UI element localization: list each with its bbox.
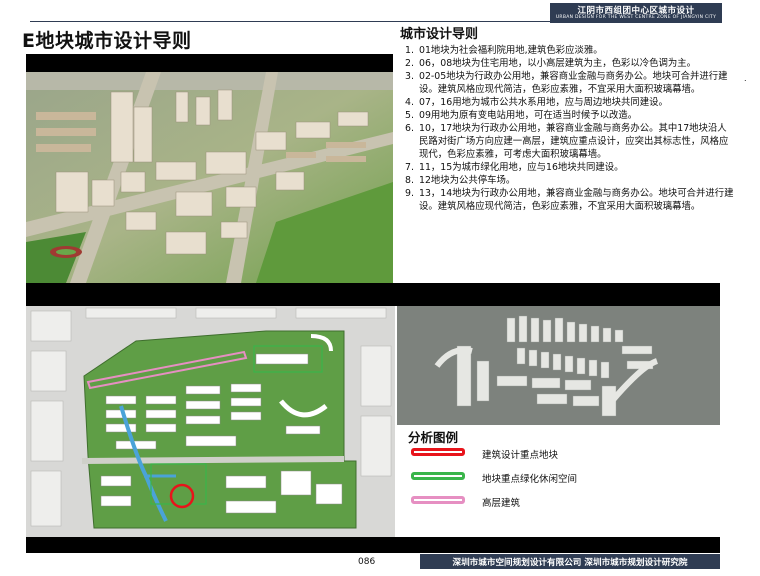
- guideline-number: 4.: [405, 97, 414, 108]
- guideline-text: 10，17地块为行政办公用地，兼容商业金融与商务办公。其中17地块沿人民路对街广…: [419, 123, 729, 160]
- header-rule: [30, 21, 722, 22]
- header-banner: 江阴市西组团中心区城市设计 URBAN DESIGN FOR THE WEST …: [550, 3, 722, 23]
- top-black-band: [26, 54, 393, 72]
- legend-label: 地块重点绿化休闲空间: [482, 474, 578, 485]
- guideline-text: 09用地为原有变电站用地，可在适当时候予以改造。: [419, 110, 638, 121]
- guideline-number: 6.: [405, 123, 414, 134]
- legend-label: 建筑设计重点地块: [482, 450, 559, 461]
- guideline-text: 12地块为公共停车场。: [419, 175, 516, 186]
- guideline-item: 3. 02-05地块为行政办公用地，兼容商业金融与商务办公。地块可合并进行建设。建…: [405, 70, 735, 96]
- footer-text: 深圳市城市空间规划设计有限公司 深圳市城市规划设计研究院: [452, 558, 688, 568]
- guideline-item: 8. 12地块为公共停车场。: [405, 174, 735, 187]
- page-number: 086: [358, 557, 376, 567]
- guideline-number: 7.: [405, 162, 414, 173]
- footer-banner: 深圳市城市空间规划设计有限公司 深圳市城市规划设计研究院: [420, 554, 720, 569]
- guideline-number: 1.: [405, 45, 414, 56]
- guideline-item: 5. 09用地为原有变电站用地，可在适当时候予以改造。: [405, 109, 735, 122]
- stray-dot: .: [744, 74, 747, 83]
- guideline-number: 5.: [405, 110, 414, 121]
- guideline-item: 4. 07，16用地为城市公共水系用地，应与周边地块共同建设。: [405, 96, 735, 109]
- page-title: E地块城市设计导则: [22, 30, 192, 52]
- guideline-number: 2.: [405, 58, 414, 69]
- guideline-text: 02-05地块为行政办公用地，兼容商业金融与商务办公。地块可合并进行建设。建筑风…: [419, 71, 728, 95]
- guideline-text: 06，08地块为住宅用地，以小高层建筑为主，色彩以冷色调为主。: [419, 58, 696, 69]
- guideline-item: 1. 01地块为社会福利院用地,建筑色彩应淡雅。: [405, 44, 735, 57]
- legend-title: 分析图例: [408, 430, 459, 445]
- massing-model-render: [397, 306, 720, 425]
- guideline-item: 2. 06，08地块为住宅用地，以小高层建筑为主，色彩以冷色调为主。: [405, 57, 735, 70]
- middle-black-band: [26, 283, 720, 306]
- guideline-item: 7. 11，15为城市绿化用地，应与16地块共同建设。: [405, 161, 735, 174]
- site-plan-map: [26, 306, 395, 537]
- guideline-title: 城市设计导则: [400, 27, 479, 42]
- legend-swatch-green-space: [411, 472, 465, 480]
- guideline-text: 11，15为城市绿化用地，应与16地块共同建设。: [419, 162, 624, 173]
- legend-label: 高层建筑: [482, 498, 521, 509]
- guideline-number: 9.: [405, 188, 414, 199]
- guideline-number: 3.: [405, 71, 414, 82]
- header-subtitle: URBAN DESIGN FOR THE WEST CENTRE ZONE OF…: [555, 15, 717, 20]
- bottom-black-band: [26, 537, 720, 553]
- guideline-text: 13，14地块为行政办公用地，兼容商业金融与商务办公。地块可合并进行建设。建筑风…: [419, 188, 734, 212]
- aerial-model-photo: [26, 72, 393, 283]
- guideline-list: 1. 01地块为社会福利院用地,建筑色彩应淡雅。 2. 06，08地块为住宅用地，以…: [405, 44, 735, 213]
- guideline-text: 07，16用地为城市公共水系用地，应与周边地块共同建设。: [419, 97, 668, 108]
- legend-swatch-focus-block: [411, 448, 465, 456]
- guideline-item: 9. 13，14地块为行政办公用地，兼容商业金融与商务办公。地块可合并进行建设。建…: [405, 187, 735, 213]
- guideline-text: 01地块为社会福利院用地,建筑色彩应淡雅。: [419, 45, 603, 56]
- guideline-item: 6. 10，17地块为行政办公用地，兼容商业金融与商务办公。其中17地块沿人民路对…: [405, 122, 735, 161]
- legend-swatch-high-rise: [411, 496, 465, 504]
- guideline-number: 8.: [405, 175, 414, 186]
